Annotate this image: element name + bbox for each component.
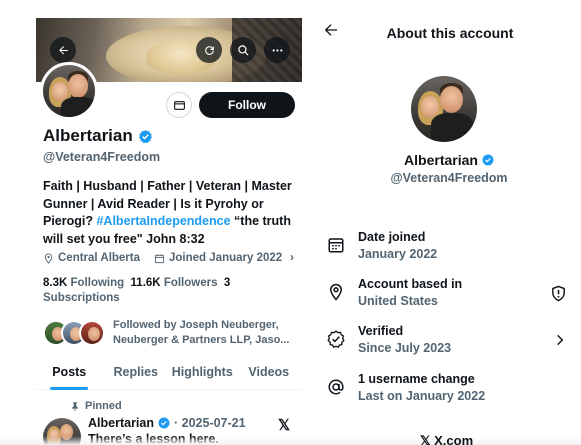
follower-avatar: [79, 320, 105, 346]
more-button[interactable]: [264, 37, 290, 63]
search-button[interactable]: [230, 37, 256, 63]
calendar-icon: [154, 253, 165, 263]
about-display-name: Albertarian: [404, 152, 478, 168]
row-label: Verified: [358, 324, 404, 338]
chevron-right-icon[interactable]: ›: [290, 252, 294, 264]
x-logo-icon: 𝕏: [420, 433, 431, 445]
follow-button[interactable]: Follow: [199, 92, 295, 118]
page-title: About this account: [386, 25, 514, 41]
followed-by[interactable]: Followed by Joseph Neuberger, Neuberger …: [43, 318, 293, 354]
shield-alert-icon[interactable]: [550, 285, 567, 302]
chevron-right-icon[interactable]: [553, 332, 567, 348]
domain-text: X.com: [434, 433, 474, 445]
envelope-icon: [173, 100, 185, 110]
pinned-indicator: Pinned: [70, 400, 122, 412]
profile-handle: @Veteran4Freedom: [43, 150, 161, 164]
back-button[interactable]: [50, 37, 76, 63]
profile-stats: 8.3K Following 11.6K Followers 3 Subscrip…: [43, 276, 283, 306]
display-name: Albertarian: [43, 126, 133, 145]
location-pin-icon: [329, 283, 343, 301]
row-label: 1 username change: [358, 372, 475, 386]
profile-name: Albertarian: [43, 126, 153, 146]
row-value: January 2022: [358, 247, 438, 261]
row-verified[interactable]: Verified Since July 2023: [327, 324, 567, 364]
verified-badge-icon: [327, 330, 345, 348]
verified-badge-icon: [482, 154, 494, 166]
arrow-left-icon: [58, 45, 68, 54]
profile-avatar[interactable]: [40, 62, 98, 120]
footer-bar: [0, 436, 581, 445]
location-text: Central Alberta: [58, 252, 141, 264]
more-dots-icon: [272, 48, 282, 52]
profile-panel: Follow Albertarian @Veteran4Freedom Fait…: [0, 0, 305, 445]
verified-badge-icon: [158, 417, 170, 429]
post-author[interactable]: Albertarian: [88, 416, 154, 430]
x-logo-icon: 𝕏: [278, 417, 291, 434]
about-avatar: [411, 76, 477, 142]
row-label: Date joined: [358, 230, 426, 244]
refresh-icon: [204, 45, 214, 55]
post-date[interactable]: · 2025-07-21: [174, 416, 246, 430]
post-header: Albertarian · 2025-07-21: [88, 416, 246, 430]
message-button[interactable]: [166, 92, 192, 118]
at-sign-icon: [328, 379, 344, 395]
about-handle: @Veteran4Freedom: [390, 171, 508, 185]
verified-badge-icon[interactable]: [138, 129, 153, 144]
row-value: Since July 2023: [358, 341, 452, 355]
following-link[interactable]: 8.3K Following: [43, 277, 124, 289]
row-label: Account based in: [358, 277, 463, 291]
profile-meta: Central Alberta Joined January 2022 ›: [43, 252, 294, 264]
row-date-joined: Date joined January 2022: [327, 230, 567, 270]
tab-videos[interactable]: Videos: [236, 358, 303, 389]
followed-by-text: Followed by Joseph Neuberger, Neuberger …: [113, 319, 290, 346]
pinned-label: Pinned: [85, 400, 122, 412]
about-name: Albertarian: [305, 152, 581, 168]
refresh-button[interactable]: [196, 37, 222, 63]
pin-icon: [72, 401, 78, 411]
tab-highlights[interactable]: Highlights: [169, 358, 236, 389]
joined-text: Joined January 2022: [169, 252, 283, 264]
calendar-icon: [328, 238, 344, 253]
location-pin-icon: [44, 252, 53, 264]
row-value: Last on January 2022: [358, 389, 486, 403]
hashtag-link[interactable]: #AlbertaIndependence: [96, 214, 230, 228]
row-account-based-in: Account based in United States: [327, 277, 567, 317]
profile-tabs: Posts Replies Highlights Videos: [36, 358, 302, 390]
profile-bio: Faith | Husband | Father | Veteran | Mas…: [43, 178, 298, 248]
search-icon: [237, 44, 249, 56]
followers-link[interactable]: 11.6K Followers: [131, 277, 218, 289]
row-username-change: 1 username change Last on January 2022: [327, 372, 567, 412]
about-panel: About this account Albertarian @Veteran4…: [305, 0, 581, 445]
tab-posts[interactable]: Posts: [36, 358, 103, 389]
tab-replies[interactable]: Replies: [103, 358, 170, 389]
row-value: United States: [358, 294, 438, 308]
footer-domain: 𝕏 X.com: [420, 433, 473, 445]
